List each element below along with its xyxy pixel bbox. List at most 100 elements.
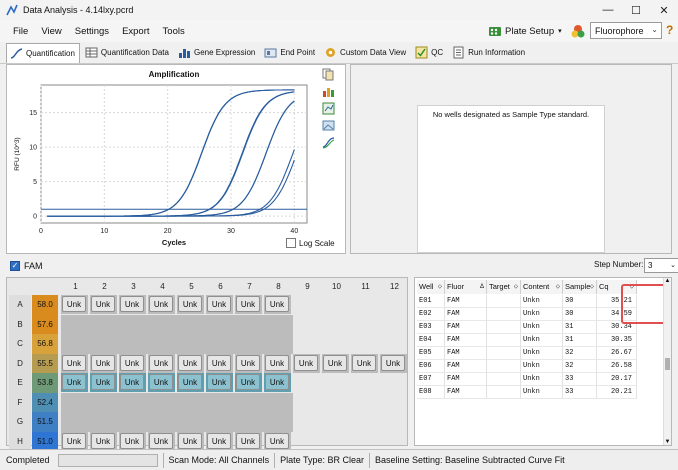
plate-well[interactable]: Unk xyxy=(119,373,146,392)
menu-settings[interactable]: Settings xyxy=(75,26,109,37)
plate-well[interactable]: Unk xyxy=(148,373,175,392)
copy-icon[interactable] xyxy=(322,68,335,81)
fam-checkbox[interactable]: ✓ xyxy=(10,261,20,271)
plate-column-header[interactable]: 8 xyxy=(264,280,293,294)
plate-well[interactable]: Unk xyxy=(119,295,146,314)
table-cell-target[interactable] xyxy=(487,334,521,347)
table-cell-well[interactable]: E02 xyxy=(417,308,445,321)
plate-row-header[interactable]: D xyxy=(9,353,31,373)
table-cell-well[interactable]: E04 xyxy=(417,334,445,347)
table-cell-cq[interactable]: 26.58 xyxy=(597,360,637,373)
plate-well[interactable]: Unk xyxy=(119,431,146,451)
plate-setup-button[interactable]: Plate Setup ▾ xyxy=(488,23,586,39)
vertical-scrollbar[interactable]: ▲ ▼ xyxy=(663,278,671,445)
table-cell-fluor[interactable]: FAM xyxy=(445,347,487,360)
plate-well[interactable]: Unk xyxy=(90,295,117,314)
table-cell-sample[interactable]: 33 xyxy=(563,386,597,399)
bar-chart-icon[interactable] xyxy=(322,85,335,98)
table-cell-content[interactable]: Unkn xyxy=(521,308,563,321)
plate-well[interactable]: Unk xyxy=(177,373,204,392)
table-cell-fluor[interactable]: FAM xyxy=(445,373,487,386)
plate-row-header[interactable]: B xyxy=(9,314,31,334)
plate-well[interactable]: Unk xyxy=(322,353,349,373)
plate-well[interactable]: Unk xyxy=(61,431,88,451)
plate-column-header[interactable]: 9 xyxy=(293,280,322,294)
table-cell-sample[interactable]: 33 xyxy=(563,373,597,386)
plate-well[interactable]: Unk xyxy=(206,353,233,373)
plate-well[interactable]: Unk xyxy=(264,431,291,451)
empty-wells[interactable] xyxy=(61,412,293,432)
plate-well[interactable]: Unk xyxy=(235,373,262,392)
plate-well[interactable]: Unk xyxy=(61,295,88,314)
table-cell-well[interactable]: E05 xyxy=(417,347,445,360)
table-header-fluor[interactable]: Fluor Δ xyxy=(445,280,487,294)
plate-well[interactable]: Unk xyxy=(264,373,291,392)
table-cell-target[interactable] xyxy=(487,308,521,321)
image-icon[interactable] xyxy=(322,119,335,132)
plate-well[interactable]: Unk xyxy=(293,353,320,373)
curve-icon[interactable] xyxy=(322,136,335,149)
menu-export[interactable]: Export xyxy=(122,26,149,37)
plate-well[interactable]: Unk xyxy=(206,295,233,314)
table-cell-well[interactable]: E01 xyxy=(417,295,445,308)
close-button[interactable]: ✕ xyxy=(650,0,678,20)
log-scale-check[interactable] xyxy=(286,238,296,248)
table-cell-well[interactable]: E08 xyxy=(417,386,445,399)
table-cell-sample[interactable]: 30 xyxy=(563,295,597,308)
step-number-select[interactable]: 3 ⌄ xyxy=(644,258,678,273)
tab-custom-data-view[interactable]: Custom Data View xyxy=(321,43,410,63)
plate-well[interactable]: Unk xyxy=(148,295,175,314)
table-cell-cq[interactable]: 26.67 xyxy=(597,347,637,360)
table-cell-well[interactable]: E06 xyxy=(417,360,445,373)
plate-row-header[interactable]: E xyxy=(9,373,31,393)
plate-well[interactable]: Unk xyxy=(61,353,88,373)
menu-view[interactable]: View xyxy=(41,26,61,37)
table-cell-fluor[interactable]: FAM xyxy=(445,295,487,308)
plate-well[interactable]: Unk xyxy=(206,431,233,451)
table-header-target[interactable]: Target ⬦ xyxy=(487,280,521,294)
plate-column-header[interactable]: 1 xyxy=(61,280,90,294)
empty-wells[interactable] xyxy=(61,334,293,354)
amplification-chart[interactable]: 0 10 20 30 40 0 5 10 15 Amplification Cycles RFU (1… xyxy=(7,65,347,255)
plate-well[interactable]: Unk xyxy=(235,295,262,314)
plate-well[interactable]: Unk xyxy=(90,373,117,392)
table-cell-sample[interactable]: 32 xyxy=(563,360,597,373)
scroll-down-icon[interactable]: ▼ xyxy=(664,439,671,445)
plate-row-header[interactable]: F xyxy=(9,392,31,412)
plate-well[interactable]: Unk xyxy=(177,295,204,314)
table-cell-fluor[interactable]: FAM xyxy=(445,321,487,334)
plate-well[interactable]: Unk xyxy=(235,353,262,373)
plate-row-header[interactable]: C xyxy=(9,334,31,354)
table-cell-target[interactable] xyxy=(487,347,521,360)
table-cell-sample[interactable]: 30 xyxy=(563,308,597,321)
tab-quantification-data[interactable]: Quantification Data xyxy=(82,43,173,63)
plate-row-header[interactable]: G xyxy=(9,412,31,432)
plate-well[interactable]: Unk xyxy=(264,295,291,314)
table-cell-content[interactable]: Unkn xyxy=(521,334,563,347)
table-cell-well[interactable]: E07 xyxy=(417,373,445,386)
plate-well[interactable]: Unk xyxy=(380,353,407,373)
empty-wells[interactable] xyxy=(61,392,293,413)
plate-well[interactable]: Unk xyxy=(90,353,117,373)
table-cell-fluor[interactable]: FAM xyxy=(445,360,487,373)
table-cell-content[interactable]: Unkn xyxy=(521,386,563,399)
plate-well[interactable]: Unk xyxy=(177,353,204,373)
table-cell-content[interactable]: Unkn xyxy=(521,373,563,386)
plate-well[interactable]: Unk xyxy=(206,373,233,392)
table-cell-content[interactable]: Unkn xyxy=(521,295,563,308)
table-cell-target[interactable] xyxy=(487,386,521,399)
log-scale-checkbox[interactable]: Log Scale xyxy=(286,238,335,248)
tab-qc[interactable]: QC xyxy=(412,43,447,63)
tab-quantification[interactable]: Quantification xyxy=(6,42,80,63)
table-cell-fluor[interactable]: FAM xyxy=(445,334,487,347)
table-cell-target[interactable] xyxy=(487,321,521,334)
scroll-up-icon[interactable]: ▲ xyxy=(664,278,671,284)
plate-well[interactable]: Unk xyxy=(61,373,88,392)
table-cell-content[interactable]: Unkn xyxy=(521,347,563,360)
plate-well[interactable]: Unk xyxy=(119,353,146,373)
table-cell-target[interactable] xyxy=(487,295,521,308)
table-cell-fluor[interactable]: FAM xyxy=(445,386,487,399)
plate-well[interactable]: Unk xyxy=(148,353,175,373)
menu-tools[interactable]: Tools xyxy=(163,26,185,37)
tab-run-information[interactable]: Run Information xyxy=(449,43,529,63)
